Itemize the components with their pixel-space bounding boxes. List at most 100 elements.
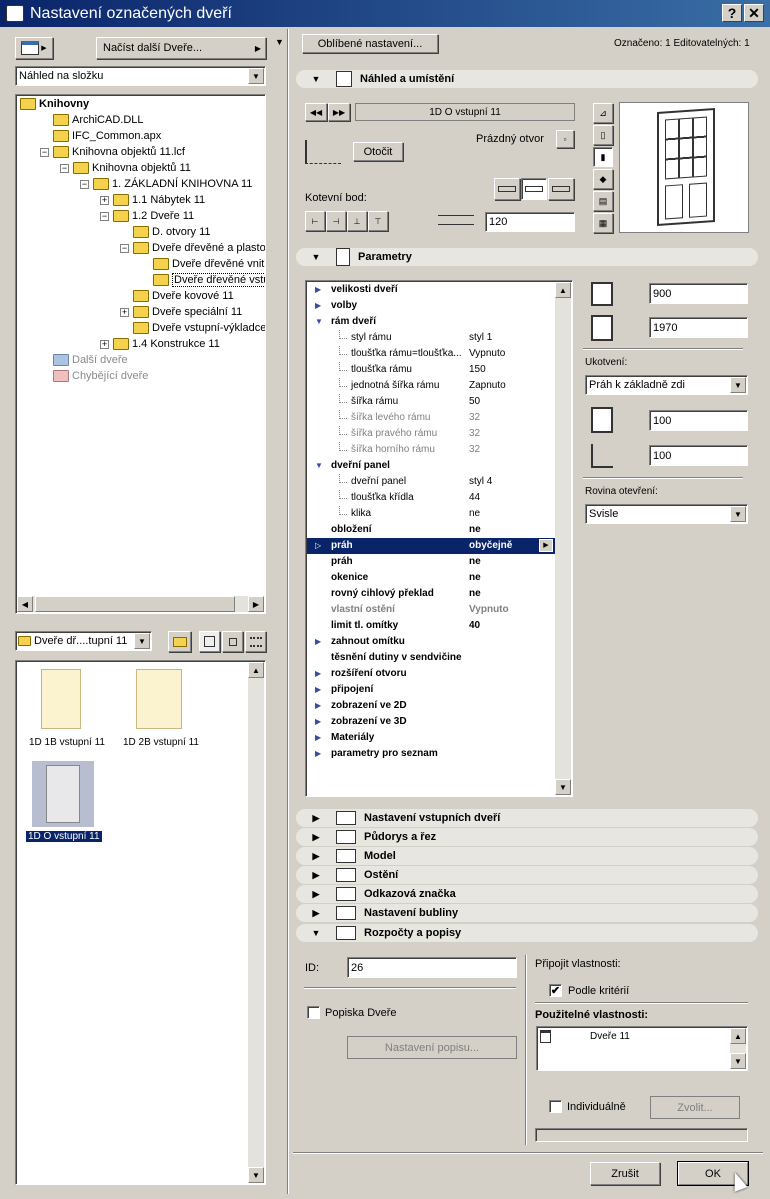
tree-item[interactable]: − 1.2 Dveře 11: [100, 208, 194, 224]
usable-vscrollbar[interactable]: ▲ ▼: [730, 1028, 746, 1069]
anchor-right-button[interactable]: [548, 178, 574, 200]
collapse-icon[interactable]: −: [120, 243, 129, 253]
opening-plane-select[interactable]: Svisle ▼: [585, 504, 748, 524]
view-label-button[interactable]: ▦: [593, 213, 613, 233]
anchor-center-button[interactable]: [521, 178, 547, 200]
cancel-button[interactable]: Zrušit: [590, 1162, 660, 1185]
parameter-row[interactable]: šířka levého rámu 32: [307, 410, 555, 426]
parameter-row[interactable]: práh ne: [307, 554, 555, 570]
expand-icon[interactable]: +: [100, 339, 109, 349]
sill-input-2[interactable]: 100: [649, 445, 748, 466]
scroll-up-button[interactable]: ▲: [555, 282, 571, 298]
view-list-button[interactable]: ▤: [593, 191, 613, 211]
scroll-right-button[interactable]: ▶: [248, 596, 264, 612]
parameter-row[interactable]: okenice ne: [307, 570, 555, 586]
expand-icon[interactable]: +: [100, 195, 109, 205]
value-dropdown-button[interactable]: ▶: [539, 539, 553, 552]
thumbs-vscrollbar[interactable]: ▲ ▼: [248, 662, 264, 1183]
parameter-row[interactable]: šířka pravého rámu 32: [307, 426, 555, 442]
thumbnail-1d-o[interactable]: 1D O vstupní 11: [24, 761, 104, 843]
anchor-point-button-3[interactable]: ⊥: [347, 211, 367, 231]
parameter-row[interactable]: vlastní ostění Vypnuto: [307, 602, 555, 618]
collapse-icon[interactable]: −: [60, 163, 69, 173]
parameter-row[interactable]: tloušťka rámu 150: [307, 362, 555, 378]
thumbnail-1d-2b[interactable]: 1D 2B vstupní 11: [116, 667, 206, 748]
folder-select[interactable]: Dveře dř....tupní 11 ▼: [15, 631, 152, 651]
section-preview-header[interactable]: ▼ Náhled a umístění: [296, 70, 758, 88]
object-thumbnails[interactable]: 1D 1B vstupní 11 1D 2B vstupní 11 1D O v…: [15, 660, 266, 1185]
scroll-up-button[interactable]: ▲: [248, 662, 264, 678]
tree-item[interactable]: − Knihovna objektů 11: [60, 160, 191, 176]
parameter-row[interactable]: dveřní panel styl 4: [307, 474, 555, 490]
tree-item[interactable]: − 1. ZÁKLADNÍ KNIHOVNA 11: [80, 176, 252, 192]
small-icons-button[interactable]: [222, 631, 243, 652]
anchoring-select[interactable]: Práh k základně zdi ▼: [585, 375, 748, 395]
close-button[interactable]: ✕: [744, 4, 764, 22]
thumbnail-1d-1b[interactable]: 1D 1B vstupní 11: [26, 667, 108, 748]
parameter-row[interactable]: rovný cihlový překlad ne: [307, 586, 555, 602]
parameter-row[interactable]: ▶ rozšíření otvoru: [307, 666, 555, 682]
tree-item[interactable]: Dveře vstupní-výkladce 1: [120, 320, 265, 336]
tree-item[interactable]: + Dveře speciální 11: [120, 304, 242, 320]
anchor-left-button[interactable]: [494, 178, 520, 200]
usable-props-list[interactable]: Dveře 11 ▲ ▼: [536, 1026, 748, 1071]
section-plan-header[interactable]: ▶ Půdorys a řez: [296, 828, 758, 846]
scroll-down-button[interactable]: ▼: [248, 1167, 264, 1183]
favorites-button[interactable]: Oblíbené nastavení...: [302, 34, 438, 53]
label-settings-button[interactable]: Nastavení popisu...: [347, 1036, 517, 1059]
id-input[interactable]: 26: [347, 957, 517, 978]
view-mode-button[interactable]: ▶: [15, 37, 53, 59]
tree-item[interactable]: +1.4 Konstrukce 11: [100, 336, 220, 352]
view-select[interactable]: Náhled na složku ▼: [15, 66, 266, 86]
tree-item[interactable]: Dveře dřevěné vnitřn: [140, 256, 265, 272]
parameter-row[interactable]: ▶ zobrazení ve 3D: [307, 714, 555, 730]
section-params-header[interactable]: ▼ Parametry: [296, 248, 758, 266]
individual-checkbox[interactable]: [549, 1100, 562, 1113]
rotate-button[interactable]: Otočit: [353, 142, 403, 161]
next-object-button[interactable]: ▶▶: [328, 103, 350, 121]
expand-icon[interactable]: ▷: [315, 538, 321, 554]
tree-item[interactable]: D. otvory 11: [120, 224, 211, 240]
collapse-icon[interactable]: −: [80, 179, 89, 189]
door-label-checkbox[interactable]: [307, 1006, 320, 1019]
load-more-doors-button[interactable]: Načíst další Dveře... ▶: [96, 37, 266, 59]
expand-icon[interactable]: ▶: [315, 634, 321, 650]
mirror-icon[interactable]: [305, 140, 341, 164]
expand-icon[interactable]: ▶: [315, 682, 321, 698]
parameter-row[interactable]: ▶ zobrazení ve 2D: [307, 698, 555, 714]
tree-item[interactable]: Chybějící dveře: [40, 368, 148, 384]
help-button[interactable]: ?: [722, 4, 742, 22]
expand-icon[interactable]: +: [120, 307, 129, 317]
section-model-header[interactable]: ▶ Model: [296, 847, 758, 865]
tree-item[interactable]: ArchiCAD.DLL: [40, 112, 144, 128]
parameter-row[interactable]: obložení ne: [307, 522, 555, 538]
anchor-point-button-1[interactable]: ⊢: [305, 211, 325, 231]
parameter-row[interactable]: ▶ zahnout omítku: [307, 634, 555, 650]
parameter-row[interactable]: ▶ volby: [307, 298, 555, 314]
panel-menu-arrow[interactable]: ▼: [275, 37, 284, 47]
parameter-row[interactable]: ▷ práh obyčejně ▶: [307, 538, 555, 554]
section-reveal-header[interactable]: ▶ Ostění: [296, 866, 758, 884]
tree-item[interactable]: − Dveře dřevěné a plastove: [120, 240, 265, 256]
tree-item[interactable]: +1.1 Nábytek 11: [100, 192, 205, 208]
scroll-up-button[interactable]: ▲: [730, 1028, 746, 1044]
section-listing-header[interactable]: ▼ Rozpočty a popisy: [296, 924, 758, 942]
parameter-row[interactable]: šířka horního rámu 32: [307, 442, 555, 458]
parameter-row[interactable]: ▼ rám dveří: [307, 314, 555, 330]
parameter-row[interactable]: styl rámu styl 1: [307, 330, 555, 346]
parameter-row[interactable]: limit tl. omítky 40: [307, 618, 555, 634]
expand-icon[interactable]: ▶: [315, 298, 321, 314]
by-criteria-checkbox[interactable]: ✔: [549, 984, 562, 997]
tree-item[interactable]: Další dveře: [40, 352, 128, 368]
collapse-icon[interactable]: −: [40, 147, 49, 157]
section-entrance-header[interactable]: ▶ Nastavení vstupních dveří: [296, 809, 758, 827]
expand-icon[interactable]: ▶: [315, 698, 321, 714]
prev-object-button[interactable]: ◀◀: [305, 103, 327, 121]
params-vscrollbar[interactable]: ▲ ▼: [555, 282, 571, 795]
scroll-left-button[interactable]: ◀: [17, 596, 33, 612]
parameter-row[interactable]: šířka rámu 50: [307, 394, 555, 410]
expand-icon[interactable]: ▶: [315, 730, 321, 746]
parameter-row[interactable]: ▶ velikosti dveří: [307, 282, 555, 298]
view-3d-button[interactable]: ◆: [593, 169, 613, 189]
collapse-icon[interactable]: ▼: [315, 458, 323, 474]
